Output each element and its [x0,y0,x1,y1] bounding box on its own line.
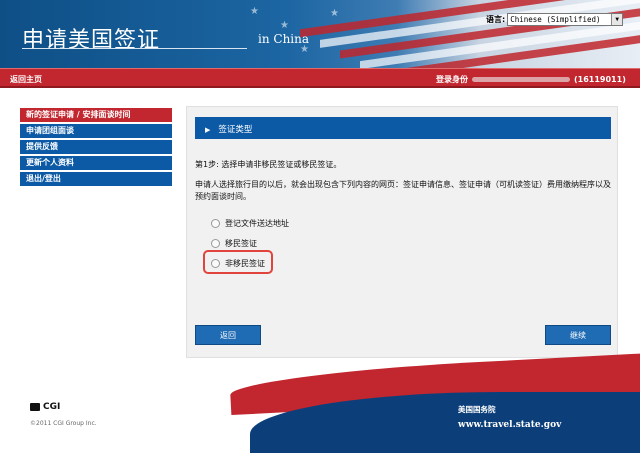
visa-type-options: 登记文件送达地址 移民签证 非移民签证 [203,213,289,274]
cgi-logo-icon [30,403,40,411]
top-nav-bar: 返回主页 登录身份 (16119011) [0,68,640,88]
title-underline [22,48,247,49]
panel-header-title: 签证类型 [218,125,253,135]
cgi-brand: CGI [43,402,61,412]
login-email-redacted [472,77,570,82]
option-label: 登记文件送达地址 [225,218,289,228]
option-document-delivery[interactable]: 登记文件送达地址 [211,213,289,233]
site-url-link[interactable]: www.travel.state.gov [458,420,561,430]
star-icon: ★ [250,6,259,17]
sidebar-menu: 新的签证申请 / 安排面谈时间 申请团组面谈 提供反馈 更新个人资料 退出/登出 [20,108,172,188]
sidebar-item-feedback[interactable]: 提供反馈 [20,140,172,154]
option-label: 移民签证 [225,238,257,248]
sidebar-item-logout[interactable]: 退出/登出 [20,172,172,186]
option-nonimmigrant-visa[interactable]: 非移民签证 [203,250,289,274]
flag-stripe [380,32,640,68]
radio-button[interactable] [211,238,220,248]
star-icon: ★ [280,20,289,31]
radio-button[interactable] [211,218,220,228]
back-button[interactable]: 返回 [195,325,261,345]
continue-button[interactable]: 继续 [545,325,611,345]
login-id: (16119011) [574,75,626,84]
language-label: 语言: [486,15,506,24]
site-title: 申请美国签证 [22,28,161,53]
sidebar-item-new-application[interactable]: 新的签证申请 / 安排面谈时间 [20,108,172,122]
language-value: Chinese (Simplified) [510,15,601,24]
cgi-logo: CGI [30,402,60,412]
header-banner: ★ ★ ★ ★ 申请美国签证 in China 语言: Chinese (Sim… [0,0,640,68]
panel-header: ▶ 签证类型 [195,117,611,139]
language-selector: 语言: Chinese (Simplified) ▼ [486,13,624,26]
step-instruction: 第1步: 选择申请非移民签证或移民签证。 [195,160,342,169]
site-subtitle: in China [258,32,310,46]
login-label: 登录身份 [436,75,468,84]
sidebar-item-update-profile[interactable]: 更新个人资料 [20,156,172,170]
home-link[interactable]: 返回主页 [10,74,42,85]
visa-type-panel: ▶ 签证类型 第1步: 选择申请非移民签证或移民签证。 申请人选择旅行目的以后，就… [186,106,618,358]
login-info: 登录身份 (16119011) [436,74,626,85]
chevron-right-icon: ▶ [205,126,211,134]
sidebar-item-group-interview[interactable]: 申请团组面谈 [20,124,172,138]
copyright-text: ©2011 CGI Group Inc. [30,420,97,427]
chevron-down-icon[interactable]: ▼ [611,14,623,25]
department-name: 美国国务院 [458,405,496,414]
highlight-box [203,250,273,274]
language-select[interactable]: Chinese (Simplified) ▼ [507,13,624,26]
step-description: 申请人选择旅行目的以后，就会出现包含下列内容的网页：签证申请信息、签证申请（可机… [195,180,611,201]
star-icon: ★ [330,8,339,19]
